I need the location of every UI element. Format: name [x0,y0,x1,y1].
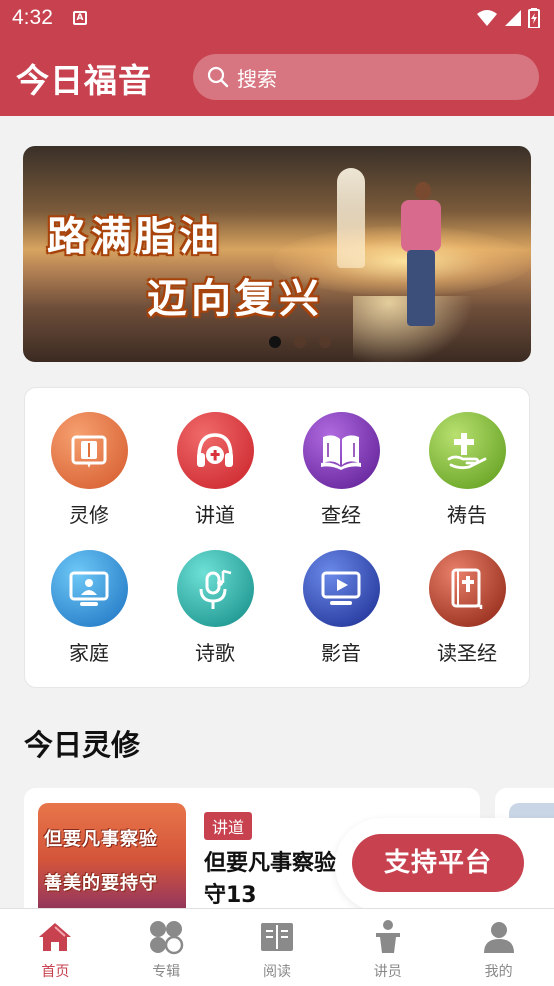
bottom-nav: 首页 专辑 阅读 讲员 我的 [0,908,554,986]
support-platform-button[interactable]: 支持平台 [352,834,524,892]
menu-label: 祷告 [447,503,487,527]
system-icons [476,8,540,28]
menu-item-sermon[interactable]: 讲道 [160,412,270,528]
search-icon [207,66,229,88]
speaker-icon [370,919,406,955]
banner-text-line1: 路满脂油 [47,214,223,260]
menu-label: 查经 [321,503,361,527]
banner-figure-light [337,168,365,268]
menu-label: 灵修 [69,503,109,527]
open-bible-icon [302,412,380,489]
banner-carousel[interactable]: 路满脂油 迈向复兴 [23,146,531,362]
nav-label: 我的 [484,964,513,980]
banner-man-body [401,200,441,252]
search-placeholder: 搜索 [237,66,277,91]
app-header: 今日福音 搜索 [0,36,554,116]
menu-item-bible-study[interactable]: 查经 [286,412,396,528]
profile-icon [481,919,517,955]
nav-label: 首页 [41,964,70,980]
menu-label: 家庭 [69,641,109,665]
status-bar: 4:32 A [0,0,554,36]
carousel-indicator [23,336,531,348]
menu-item-hymns[interactable]: 诗歌 [160,550,270,666]
search-input[interactable]: 搜索 [193,54,539,100]
carousel-dot-2[interactable] [294,336,306,348]
notification-icon: A [73,11,87,25]
praying-hand-cross-icon [428,412,506,489]
menu-label: 讲道 [195,503,235,527]
feature-menu: 灵修 讲道 查经 祷告 家庭 诗歌 影音 读圣经 [24,387,530,688]
reading-icon [259,919,295,955]
section-title: 今日灵修 [24,728,141,762]
family-screen-icon [50,550,128,627]
thumbnail-text-line2: 善美的要持守 [44,873,158,894]
nav-label: 阅读 [262,964,291,980]
nav-speakers[interactable]: 讲员 [332,909,443,986]
menu-item-read-bible[interactable]: 读圣经 [412,550,522,666]
book-icon [50,412,128,489]
thumbnail-text-line1: 但要凡事察验 [44,829,158,850]
nav-home[interactable]: 首页 [0,909,111,986]
nav-profile[interactable]: 我的 [443,909,554,986]
battery-icon [528,8,540,28]
nav-label: 专辑 [152,964,181,980]
banner-man-legs [407,250,435,326]
video-player-icon [302,550,380,627]
menu-item-media[interactable]: 影音 [286,550,396,666]
nav-reading[interactable]: 阅读 [222,909,333,986]
carousel-dot-3[interactable] [319,336,331,348]
category-tag: 讲道 [204,812,253,840]
status-time: 4:32 [12,6,53,29]
microphone-music-icon [176,550,254,627]
banner-text-line2: 迈向复兴 [147,276,323,322]
wifi-icon [477,10,497,26]
home-icon [37,919,73,955]
support-float: 支持平台 [335,818,554,912]
menu-item-devotion[interactable]: 灵修 [34,412,144,528]
signal-icon [505,10,521,26]
menu-item-prayer[interactable]: 祷告 [412,412,522,528]
menu-label: 影音 [321,641,361,665]
menu-label: 诗歌 [195,641,235,665]
carousel-dot-1[interactable] [269,336,281,348]
nav-album[interactable]: 专辑 [111,909,222,986]
headphones-cross-icon [176,412,254,489]
nav-label: 讲员 [373,964,402,980]
app-title: 今日福音 [16,61,152,100]
banner-man-head [415,182,431,200]
menu-item-family[interactable]: 家庭 [34,550,144,666]
album-icon [148,919,184,955]
bible-cross-icon [428,550,506,627]
menu-label: 读圣经 [437,641,497,665]
